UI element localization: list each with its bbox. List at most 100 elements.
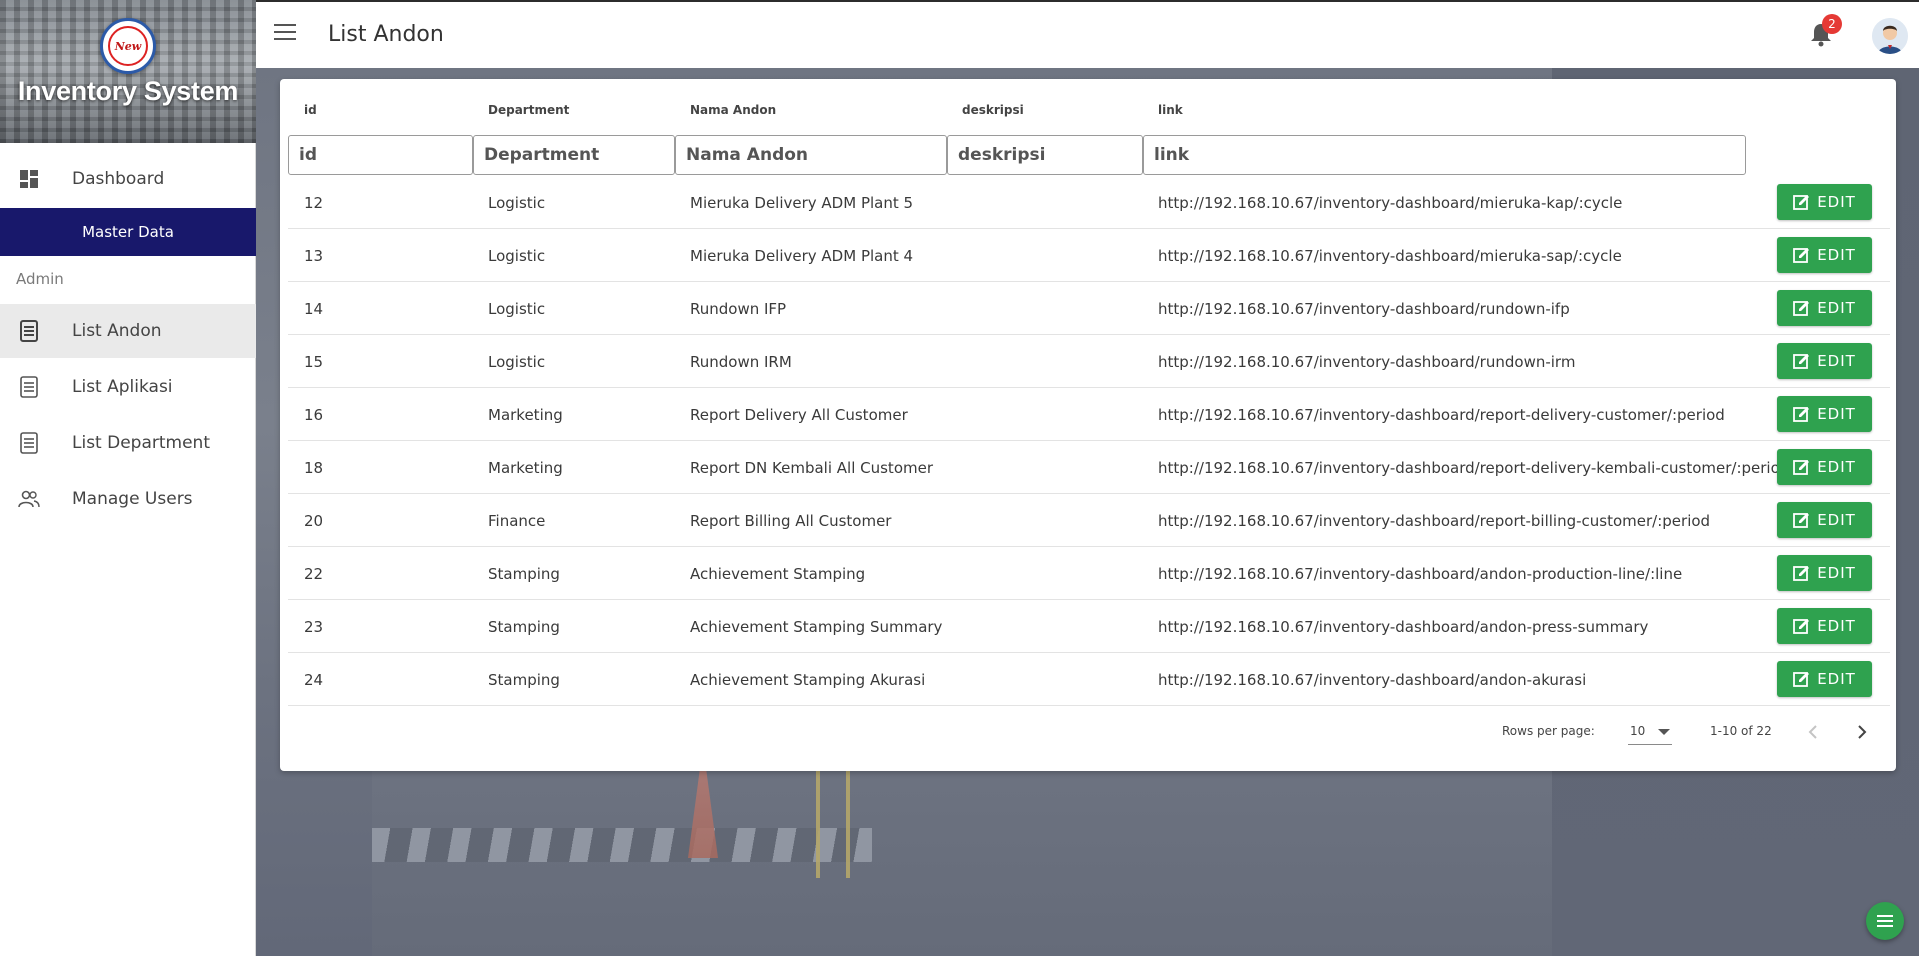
- column-header-nama-andon[interactable]: Nama Andon: [690, 103, 776, 117]
- sidebar-item-master-data[interactable]: Master Data: [0, 208, 256, 256]
- cell-department: Logistic: [488, 353, 546, 371]
- edit-icon: [1793, 566, 1810, 581]
- rows-per-page-value: 10: [1630, 724, 1646, 738]
- edit-button[interactable]: EDIT: [1777, 184, 1872, 220]
- cell-link: http://192.168.10.67/inventory-dashboard…: [1158, 459, 1790, 477]
- user-avatar[interactable]: [1872, 18, 1908, 54]
- sidebar-item-label: Dashboard: [72, 169, 165, 189]
- dashboard-icon: [18, 168, 40, 190]
- table-row: 13 Logistic Mieruka Delivery ADM Plant 4 ht…: [288, 229, 1890, 282]
- cell-link: http://192.168.10.67/inventory-dashboard…: [1158, 671, 1587, 689]
- edit-icon: [1793, 195, 1810, 210]
- edit-button[interactable]: EDIT: [1777, 661, 1872, 697]
- cell-link: http://192.168.10.67/inventory-dashboard…: [1158, 406, 1725, 424]
- table-row: 16 Marketing Report Delivery All Customer h…: [288, 388, 1890, 441]
- cell-department: Logistic: [488, 247, 546, 265]
- background-post: [816, 768, 820, 878]
- app-title: Inventory System: [17, 76, 239, 106]
- column-header-id[interactable]: id: [304, 103, 317, 117]
- background-curb-stripes: [372, 828, 872, 862]
- users-icon: [18, 488, 40, 510]
- previous-page-button[interactable]: [1800, 719, 1826, 745]
- table-row: 22 Stamping Achievement Stamping http://192…: [288, 547, 1890, 600]
- cell-link: http://192.168.10.67/inventory-dashboard…: [1158, 300, 1570, 318]
- edit-icon: [1793, 407, 1810, 422]
- menu-fab-button[interactable]: [1866, 902, 1904, 940]
- cell-department: Stamping: [488, 671, 560, 689]
- sidebar-item-label: List Andon: [72, 321, 162, 341]
- filter-deskripsi-input[interactable]: [947, 135, 1143, 175]
- top-bar: List Andon 2: [256, 0, 1919, 68]
- cell-nama-andon: Achievement Stamping: [690, 565, 866, 583]
- cell-id: 12: [304, 194, 324, 212]
- edit-button-label: EDIT: [1817, 458, 1856, 476]
- edit-icon: [1793, 301, 1810, 316]
- edit-button-label: EDIT: [1817, 564, 1856, 582]
- background-post: [846, 768, 850, 878]
- table-row: 12 Logistic Mieruka Delivery ADM Plant 5 ht…: [288, 176, 1890, 229]
- filter-id-input[interactable]: [288, 135, 473, 175]
- edit-button[interactable]: EDIT: [1777, 608, 1872, 644]
- document-icon: [18, 376, 40, 398]
- cell-id: 22: [304, 565, 324, 583]
- edit-button[interactable]: EDIT: [1777, 290, 1872, 326]
- edit-button-label: EDIT: [1817, 617, 1856, 635]
- rows-per-page-select[interactable]: 10: [1628, 719, 1672, 745]
- edit-icon: [1793, 619, 1810, 634]
- edit-icon: [1793, 354, 1810, 369]
- cell-id: 18: [304, 459, 324, 477]
- cell-department: Logistic: [488, 194, 546, 212]
- table-row: 15 Logistic Rundown IRM http://192.168.10.6…: [288, 335, 1890, 388]
- document-icon: [18, 432, 40, 454]
- cell-department: Stamping: [488, 565, 560, 583]
- edit-button[interactable]: EDIT: [1777, 502, 1872, 538]
- edit-icon: [1793, 513, 1810, 528]
- notification-badge: 2: [1822, 14, 1842, 34]
- edit-button[interactable]: EDIT: [1777, 396, 1872, 432]
- edit-button[interactable]: EDIT: [1777, 237, 1872, 273]
- next-page-button[interactable]: [1849, 719, 1875, 745]
- edit-icon: [1793, 460, 1810, 475]
- column-header-link[interactable]: link: [1158, 103, 1183, 117]
- table-row: 24 Stamping Achievement Stamping Akurasi ht…: [288, 653, 1890, 706]
- cell-department: Marketing: [488, 459, 563, 477]
- sidebar-item-dashboard[interactable]: Dashboard: [0, 152, 256, 206]
- cell-id: 14: [304, 300, 324, 318]
- table-row: 18 Marketing Report DN Kembali All Custome…: [288, 441, 1890, 494]
- column-header-department[interactable]: Department: [488, 103, 569, 117]
- cell-nama-andon: Report Delivery All Customer: [690, 406, 908, 424]
- filter-department-input[interactable]: [473, 135, 675, 175]
- cell-id: 13: [304, 247, 324, 265]
- sidebar-item-manage-users[interactable]: Manage Users: [0, 472, 256, 526]
- cell-nama-andon: Mieruka Delivery ADM Plant 4: [690, 247, 914, 265]
- edit-button-label: EDIT: [1817, 352, 1856, 370]
- cell-id: 23: [304, 618, 324, 636]
- menu-toggle-icon[interactable]: [274, 24, 296, 42]
- sidebar-item-list-andon[interactable]: List Andon: [0, 304, 256, 358]
- brand-header: New Inventory System: [0, 0, 256, 143]
- cell-id: 20: [304, 512, 324, 530]
- filter-nama-andon-input[interactable]: [675, 135, 947, 175]
- sidebar-item-label: List Department: [72, 433, 210, 453]
- document-icon: [18, 320, 40, 342]
- cell-id: 16: [304, 406, 324, 424]
- sidebar-item-list-department[interactable]: List Department: [0, 416, 256, 470]
- edit-button[interactable]: EDIT: [1777, 555, 1872, 591]
- edit-button-label: EDIT: [1817, 405, 1856, 423]
- filter-link-input[interactable]: [1143, 135, 1746, 175]
- sidebar-item-label: Manage Users: [72, 489, 193, 509]
- cell-nama-andon: Achievement Stamping Akurasi: [690, 671, 926, 689]
- column-header-deskripsi[interactable]: deskripsi: [962, 103, 1024, 117]
- cell-nama-andon: Rundown IFP: [690, 300, 787, 318]
- edit-button-label: EDIT: [1817, 246, 1856, 264]
- cell-department: Finance: [488, 512, 546, 530]
- cell-nama-andon: Achievement Stamping Summary: [690, 618, 943, 636]
- cell-department: Stamping: [488, 618, 560, 636]
- edit-button[interactable]: EDIT: [1777, 449, 1872, 485]
- edit-button[interactable]: EDIT: [1777, 343, 1872, 379]
- rows-per-page-label: Rows per page:: [1502, 724, 1595, 738]
- logo-mark: New: [108, 26, 148, 66]
- cell-nama-andon: Report Billing All Customer: [690, 512, 892, 530]
- cell-link: http://192.168.10.67/inventory-dashboard…: [1158, 512, 1711, 530]
- sidebar-item-list-aplikasi[interactable]: List Aplikasi: [0, 360, 256, 414]
